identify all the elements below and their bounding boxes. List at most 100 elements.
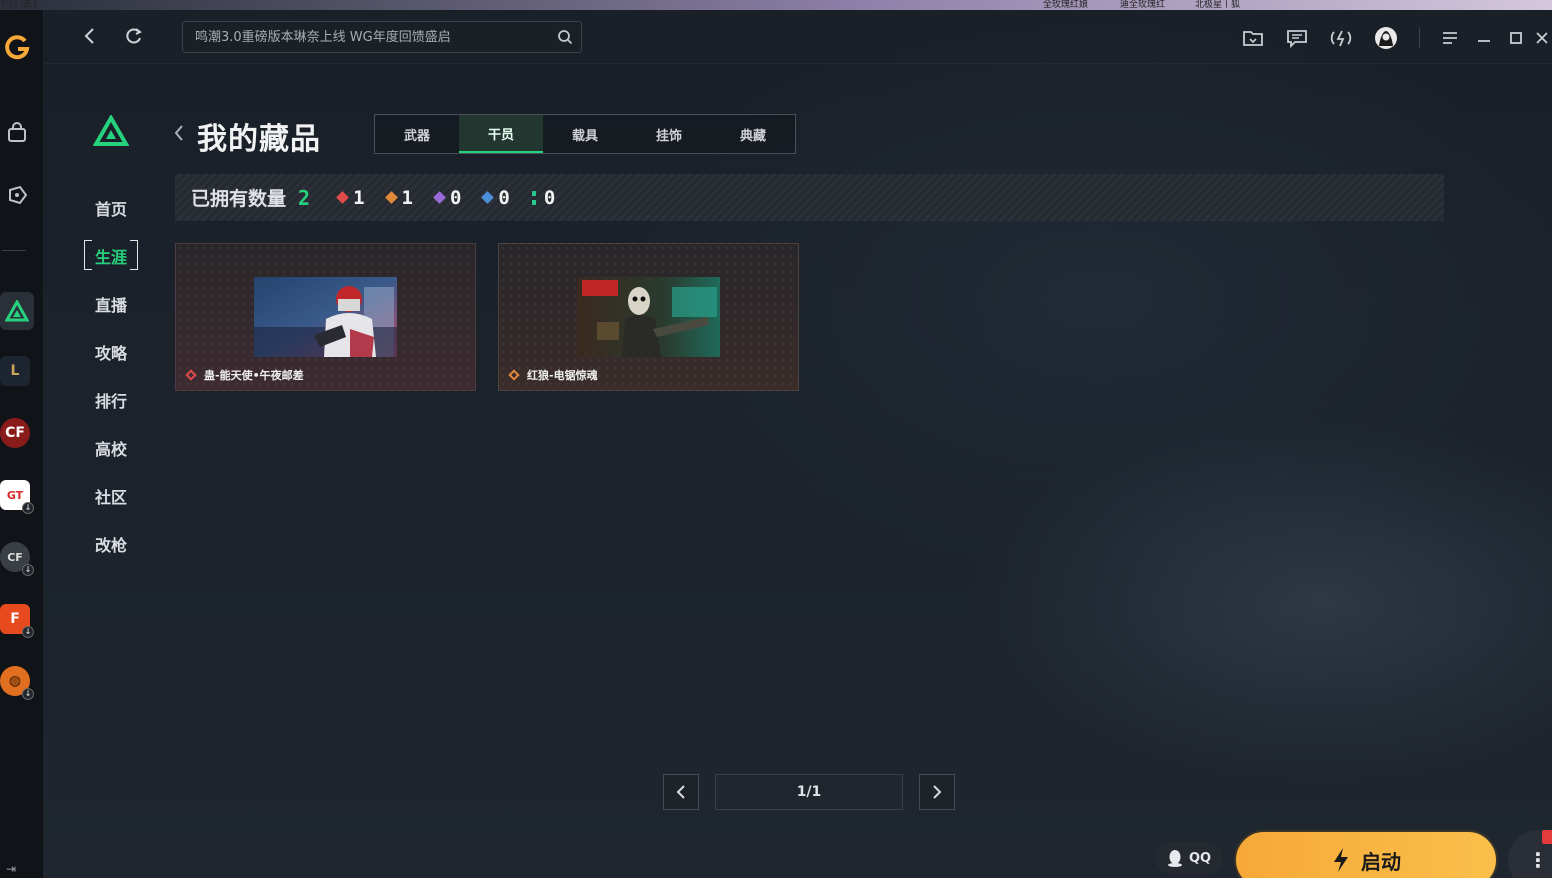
rarity-count-value: 0: [498, 186, 510, 209]
f-game-icon[interactable]: F ↓: [0, 604, 34, 638]
app-logo-icon[interactable]: [0, 30, 34, 64]
collection-card[interactable]: 蛊-能天使•午夜邮差: [175, 243, 476, 391]
top-bar: [44, 10, 1552, 64]
operator-skin-image: [577, 277, 720, 357]
nav-item-label: 排行: [94, 392, 127, 411]
operator-skin-image: [254, 277, 397, 357]
refresh-icon: [126, 28, 142, 44]
os-strip-text: ドl丨l去1: [0, 0, 38, 10]
minimize-icon[interactable]: [1472, 26, 1496, 50]
qq-label: QQ: [1188, 850, 1212, 866]
speed-icon[interactable]: [1329, 26, 1353, 50]
card-name: 红狼-电锯惊魂: [527, 369, 598, 382]
nav-item-community[interactable]: 社区: [84, 472, 138, 520]
nav-item-label: 高校: [94, 440, 127, 459]
back-button[interactable]: [78, 24, 102, 48]
folder-icon[interactable]: [1241, 26, 1265, 50]
page-back-chevron-icon[interactable]: [174, 124, 184, 147]
tab-weapons[interactable]: 武器: [375, 115, 459, 153]
search-input[interactable]: [183, 22, 553, 52]
download-icon: ↓: [22, 626, 34, 638]
qq-speed-game-icon[interactable]: GT ↓: [0, 480, 34, 514]
search-icon[interactable]: [557, 29, 573, 49]
nav-item-label: 改枪: [94, 536, 127, 555]
tab-vehicles[interactable]: 载具: [543, 115, 627, 153]
section-nav: 首页 生涯 直播 攻略 排行 高校 社区 改枪: [84, 184, 138, 568]
orange-diamond-icon: [384, 191, 398, 204]
download-icon: ↓: [22, 502, 34, 514]
red-diamond-icon: [336, 191, 349, 204]
gamepad-icon[interactable]: [0, 178, 34, 212]
qq-penguin-icon: [1167, 850, 1182, 867]
nav-item-label: 直播: [94, 296, 127, 315]
collection-card[interactable]: 红狼-电锯惊魂: [498, 243, 799, 391]
os-strip-text: 全玫瑰红娘: [1043, 0, 1089, 10]
tab-operators[interactable]: 干员: [459, 115, 543, 153]
page-title: 我的藏品: [197, 122, 321, 157]
owned-stats-bar: 已拥有数量 2 1 1 0 0 0: [175, 174, 1444, 221]
basketball-game-icon[interactable]: ◍ ↓: [0, 666, 34, 700]
notification-badge: [1542, 830, 1552, 844]
rarity-count-blue: 0: [481, 186, 510, 209]
orange-diamond-icon: [508, 369, 520, 381]
nav-item-gunsmith[interactable]: 改枪: [84, 520, 138, 568]
tab-collection[interactable]: 典藏: [711, 115, 795, 153]
nav-item-label: 攻略: [94, 344, 127, 363]
rarity-count-value: 0: [543, 186, 556, 209]
purple-diamond-icon: [433, 191, 446, 204]
rarity-count-green: 0: [531, 186, 556, 209]
app-window: ドl丨l去1 全玫瑰红娘 迪全玫瑰红 北极星丨狐 L CF GT ↓ CF ↓ F ↓…: [0, 0, 1552, 878]
chevron-right-icon: [933, 785, 942, 799]
nav-item-guides[interactable]: 攻略: [84, 328, 138, 376]
qq-login-button[interactable]: QQ: [1155, 842, 1223, 874]
nav-item-college[interactable]: 高校: [84, 424, 138, 472]
next-page-button[interactable]: [919, 774, 955, 810]
nav-item-label: 首页: [94, 200, 127, 219]
os-strip-text: 北极星丨狐: [1195, 0, 1241, 10]
cf-classic-game-icon[interactable]: CF ↓: [0, 542, 34, 576]
card-name: 蛊-能天使•午夜邮差: [204, 369, 304, 382]
owned-count-total: 2: [298, 185, 311, 210]
tab-charms[interactable]: 挂饰: [627, 115, 711, 153]
delta-force-game-icon[interactable]: [0, 292, 34, 330]
nav-item-label: 生涯: [94, 248, 127, 267]
prev-page-button[interactable]: [663, 774, 699, 810]
rarity-count-value: 1: [353, 186, 365, 209]
nav-item-home[interactable]: 首页: [84, 184, 138, 232]
green-dots-icon: [531, 190, 536, 205]
nav-item-career[interactable]: 生涯: [84, 232, 138, 280]
maximize-icon[interactable]: [1504, 26, 1528, 50]
nav-item-label: 社区: [94, 488, 127, 507]
crossfire-game-icon[interactable]: CF: [0, 418, 30, 448]
back-icon: [84, 28, 94, 44]
page-indicator: 1/1: [715, 774, 903, 810]
rarity-count-value: 1: [401, 186, 413, 209]
topbar-divider: [1419, 28, 1420, 48]
league-game-icon[interactable]: L: [0, 356, 30, 386]
bag-icon[interactable]: [0, 116, 34, 150]
avatar-icon[interactable]: [1374, 26, 1398, 50]
delta-force-logo: [92, 113, 130, 151]
launch-label: 启动: [1361, 849, 1401, 874]
owned-count-label: 已拥有数量: [191, 188, 287, 210]
rail-divider: [2, 250, 26, 251]
nav-item-live[interactable]: 直播: [84, 280, 138, 328]
refresh-button[interactable]: [122, 24, 146, 48]
red-diamond-icon: [185, 369, 197, 381]
nav-item-ranking[interactable]: 排行: [84, 376, 138, 424]
expand-rail-icon[interactable]: ⇥: [6, 862, 16, 876]
menu-icon[interactable]: [1438, 26, 1462, 50]
rarity-count-red: 1: [336, 186, 365, 209]
download-icon: ↓: [22, 564, 34, 576]
rarity-count-value: 0: [449, 186, 462, 209]
blue-diamond-icon: [481, 191, 495, 204]
chat-icon[interactable]: [1285, 26, 1309, 50]
launch-game-button[interactable]: 启动: [1234, 830, 1498, 878]
collection-tabs: 武器 干员 载具 挂饰 典藏: [374, 114, 796, 154]
game-rail: L CF GT ↓ CF ↓ F ↓ ◍ ↓ ⇥: [0, 10, 44, 878]
search-box[interactable]: [182, 21, 582, 53]
chevron-left-icon: [676, 785, 685, 799]
close-icon[interactable]: [1532, 26, 1552, 50]
os-strip-text: 迪全玫瑰红: [1120, 0, 1166, 10]
download-icon: ↓: [22, 688, 34, 700]
